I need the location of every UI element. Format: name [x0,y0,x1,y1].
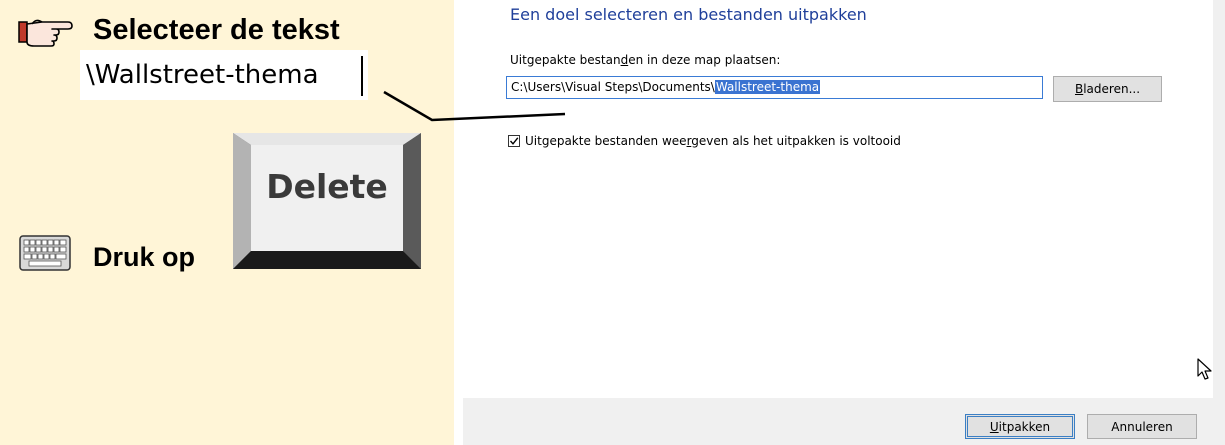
browse-button[interactable]: Bladeren... [1053,76,1162,102]
extract-button[interactable]: Uitpakken [965,414,1075,439]
delete-key: Delete [233,133,421,269]
cancel-button[interactable]: Annuleren [1087,414,1197,439]
text-caret [361,56,363,96]
selected-text-snippet: \Wallstreet-thema [80,50,368,100]
destination-path-input[interactable]: C:\Users\Visual Steps\Documents\Wallstre… [506,76,1043,99]
selected-path-segment: Wallstreet-thema [714,80,821,94]
panel-divider [454,0,463,445]
dialog-title: Een doel selecteren en bestanden uitpakk… [510,5,867,24]
mouse-cursor-icon [1197,358,1212,380]
snippet-text: \Wallstreet-thema [86,60,319,90]
delete-key-label: Delete [266,167,388,206]
step-press-text: Druk op [93,242,196,272]
path-text: C:\Users\Visual Steps\Documents\Wallstre… [511,80,821,94]
pointing-hand-icon [18,19,73,47]
show-files-checkbox-row[interactable]: Uitgepakte bestanden weergeven als het u… [508,134,901,148]
window-edge [1213,0,1225,445]
destination-label: Uitgepakte bestanden in deze map plaatse… [510,53,781,67]
step-select-text: Selecteer de tekst [93,14,340,46]
keyboard-icon [19,235,71,271]
show-files-checkbox[interactable] [508,135,520,147]
show-files-label: Uitgepakte bestanden weergeven als het u… [525,134,901,148]
delete-key-face: Delete [251,145,403,251]
